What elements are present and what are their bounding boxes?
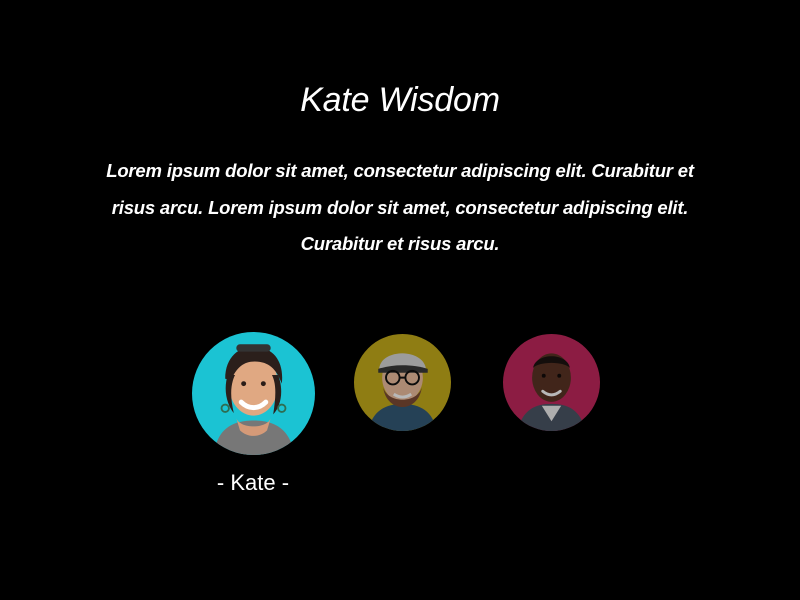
avatar-second-person[interactable]	[354, 334, 451, 431]
avatar-kate[interactable]	[192, 332, 315, 455]
man-with-cap-portrait-icon	[354, 334, 451, 431]
avatar-selector: - Kate -	[0, 0, 800, 600]
selected-person-name: - Kate -	[216, 470, 290, 495]
woman-portrait-icon	[192, 332, 315, 455]
testimonial-page: Kate Wisdom Lorem ipsum dolor sit amet, …	[0, 0, 800, 600]
man-portrait-icon	[503, 334, 600, 431]
avatar-third-person[interactable]	[503, 334, 600, 431]
